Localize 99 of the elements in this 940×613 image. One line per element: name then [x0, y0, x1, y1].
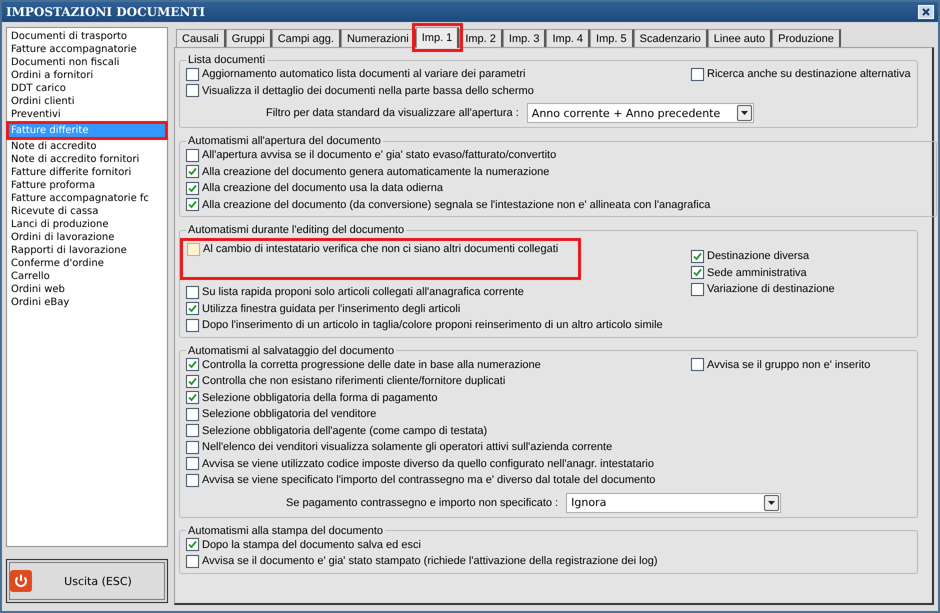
checkbox-option[interactable]: Selezione obbligatoria della forma di pagamento	[186, 390, 691, 406]
checkbox-option[interactable]: Selezione obbligatoria dell'agente (come campo di testata)	[186, 422, 691, 439]
tab[interactable]: Imp. 2	[459, 29, 503, 47]
group-title: Automatismi alla stampa del documento	[187, 524, 384, 536]
list-item[interactable]: Carrello	[8, 270, 166, 283]
checkbox-option[interactable]: Aggiornamento automatico lista documenti al variare dei parametri	[186, 66, 691, 82]
checkbox[interactable]	[186, 84, 199, 98]
list-item[interactable]: Lanci di produzione	[8, 218, 166, 231]
checkbox-option[interactable]: Nell'elenco dei venditori visualizza solamente gli operatori attivi sull'azienda corrente	[186, 439, 691, 456]
list-item[interactable]: Preventivi	[8, 108, 166, 121]
checkbox-option[interactable]: Dopo l'inserimento di un articolo in taglia/colore proponi reinserimento di un altro articolo simile	[186, 317, 691, 334]
tab[interactable]: Gruppi	[226, 29, 272, 47]
check-icon	[188, 540, 197, 550]
checkbox-option[interactable]: Visualizza il dettaglio dei documenti nella parte bassa dello schermo	[186, 82, 691, 99]
checkbox-option[interactable]: Ricerca anche su destinazione alternativa	[691, 66, 911, 82]
close-icon	[922, 8, 930, 16]
list-item[interactable]: Fatture proforma	[8, 179, 166, 192]
checkbox[interactable]	[186, 182, 199, 195]
checkbox-option[interactable]: Avvisa se il documento e' gia' stato stampato (richiede l'attivazione della registrazione dei log)	[186, 553, 691, 570]
tab[interactable]: Causali	[176, 29, 226, 47]
list-item[interactable]: Note di accredito fornitori	[8, 153, 166, 166]
list-item[interactable]: Documenti non fiscali	[8, 56, 166, 69]
tab[interactable]: Campi agg.	[272, 29, 341, 47]
checkbox-option[interactable]: Variazione di destinazione	[691, 281, 911, 298]
checkbox-option[interactable]: Destinazione diversa	[691, 248, 911, 264]
checkbox-option[interactable]: Controlla la corretta progressione delle date in base alla numerazione	[186, 356, 691, 373]
tab[interactable]: Imp. 3	[502, 29, 546, 47]
checkbox-option[interactable]: Al cambio di intestatario verifica che non ci siano altri documenti collegati	[180, 238, 581, 280]
checkbox-option[interactable]: Dopo la stampa del documento salva ed esci	[186, 536, 691, 553]
close-button[interactable]	[918, 5, 934, 19]
checkbox[interactable]	[187, 243, 200, 256]
group-title: Automatismi durante l'editing del documento	[187, 224, 406, 236]
checkbox[interactable]	[186, 358, 199, 372]
checkbox-option[interactable]: Avvisa se il gruppo non e' inserito	[691, 356, 911, 373]
list-item[interactable]: Fatture accompagnatorie fc	[8, 192, 166, 205]
checkbox-option[interactable]: Utilizza finestra guidata per l'inserimento degli articoli	[186, 300, 691, 317]
checkbox[interactable]	[691, 266, 704, 280]
checkbox[interactable]	[186, 198, 199, 212]
checkbox[interactable]	[186, 424, 199, 438]
checkbox-option[interactable]: Avvisa se viene utilizzato codice imposte diverso da quello configurato nell'anagr. intestatario	[186, 456, 691, 472]
checkbox[interactable]	[186, 68, 199, 81]
checkbox[interactable]	[186, 457, 199, 470]
checkbox[interactable]	[186, 554, 199, 568]
dropdown[interactable]: Ignora	[566, 492, 782, 512]
checkbox[interactable]	[186, 440, 199, 454]
tab[interactable]: Scadenzario	[634, 29, 708, 47]
checkbox[interactable]	[186, 318, 199, 332]
field-label: Filtro per data standard da visualizzare all'apertura :	[266, 107, 519, 119]
caret-icon	[740, 111, 748, 115]
checkbox[interactable]	[691, 250, 704, 263]
checkbox[interactable]	[186, 474, 199, 487]
list-item[interactable]: Fatture accompagnatorie	[8, 43, 166, 56]
checkbox-option[interactable]: Selezione obbligatoria del venditore	[186, 406, 691, 422]
list-item[interactable]: DDT carico	[8, 82, 166, 95]
group-title: Automatismi al salvataggio del documento	[187, 344, 396, 356]
list-item[interactable]: Fatture differite fornitori	[8, 166, 166, 179]
checkbox[interactable]	[186, 408, 199, 421]
list-item[interactable]: Rapporti di lavorazione	[8, 244, 166, 257]
list-item[interactable]: Ordini di lavorazione	[8, 231, 166, 244]
checkbox-option[interactable]: All'apertura avvisa se il documento e' gia' stato evaso/fatturato/convertito	[186, 147, 710, 164]
power-icon	[10, 570, 32, 592]
window-title: IMPOSTAZIONI DOCUMENTI	[6, 5, 206, 19]
group-title: Automatismi all'apertura del documento	[187, 135, 382, 147]
caret-icon	[768, 500, 776, 504]
checkbox-option[interactable]: Alla creazione del documento usa la data odierna	[186, 180, 710, 196]
tab[interactable]: Linee auto	[708, 29, 772, 47]
checkbox-option[interactable]: Avvisa se viene specificato l'importo del contrassegno ma e' diverso dal totale del documento	[186, 472, 691, 488]
exit-button[interactable]: Uscita (ESC)	[6, 559, 168, 603]
tab[interactable]: Imp. 4	[546, 29, 590, 47]
dropdown[interactable]: Anno corrente + Anno precedente	[526, 103, 754, 123]
list-item[interactable]: Ordini web	[8, 283, 166, 296]
list-item[interactable]: Documenti di trasporto	[8, 30, 166, 43]
checkbox[interactable]	[691, 358, 704, 372]
checkbox-option[interactable]: Su lista rapida proponi solo articoli collegati all'anagrafica corrente	[186, 284, 691, 300]
checkbox[interactable]	[691, 68, 704, 81]
tab[interactable]: Numerazioni	[340, 29, 416, 47]
checkbox[interactable]	[186, 148, 199, 162]
checkbox[interactable]	[186, 374, 199, 388]
tab[interactable]: Imp. 5	[590, 29, 634, 47]
checkbox[interactable]	[186, 538, 199, 552]
list-item[interactable]: Ordini eBay	[8, 296, 166, 309]
checkbox[interactable]	[186, 302, 199, 316]
list-item[interactable]: Ordini clienti	[8, 95, 166, 108]
checkbox[interactable]	[186, 165, 199, 178]
list-item[interactable]: Ordini a fornitori	[8, 69, 166, 82]
field-label: Se pagamento contrassegno e importo non specificato :	[286, 496, 558, 508]
list-item[interactable]: Ricevute di cassa	[8, 205, 166, 218]
check-icon	[188, 304, 197, 314]
tab[interactable]: Produzione	[772, 29, 841, 47]
checkbox-option[interactable]: Alla creazione del documento genera automaticamente la numerazione	[186, 164, 710, 180]
checkbox[interactable]	[186, 286, 199, 299]
checkbox[interactable]	[691, 282, 704, 296]
checkbox[interactable]	[186, 391, 199, 404]
group-title: Lista documenti	[187, 54, 266, 66]
checkbox-option[interactable]: Controlla che non esistano riferimenti cliente/fornitore duplicati	[186, 373, 691, 390]
checkbox-option[interactable]: Sede amministrativa	[691, 264, 911, 281]
checkbox-option[interactable]: Alla creazione del documento (da conversione) segnala se l'intestazione non e' allineata con l'anagrafica	[186, 196, 710, 213]
list-item[interactable]: Conferme d'ordine	[8, 257, 166, 270]
list-item[interactable]: Note di accredito	[8, 140, 166, 153]
